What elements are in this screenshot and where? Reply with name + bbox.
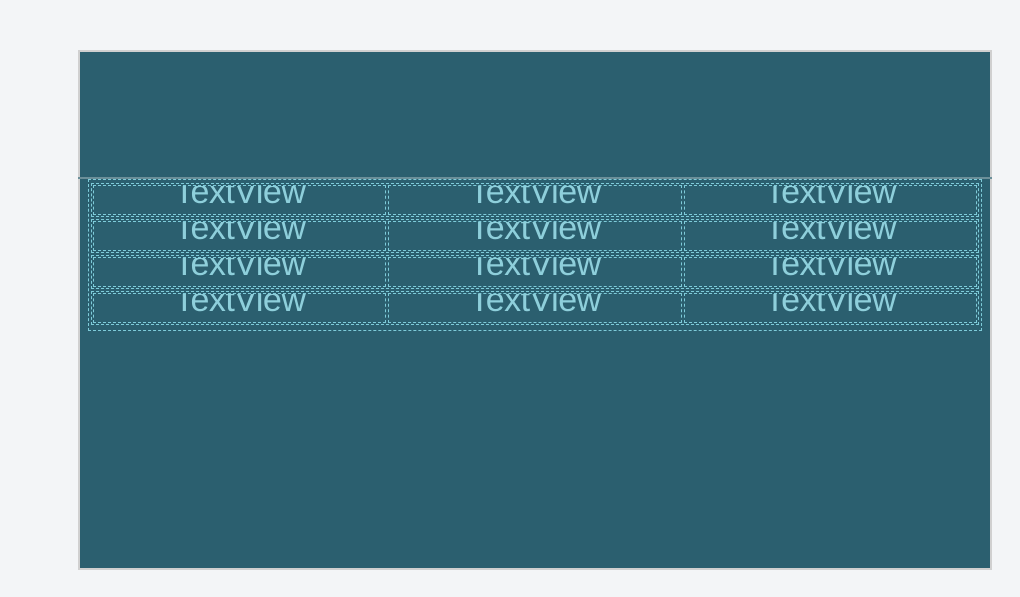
table-row[interactable]: TextView TextView TextView [91, 183, 979, 217]
text-view-label: TextView [174, 293, 305, 320]
table-layout[interactable]: TextView TextView TextView TextView Text… [88, 179, 982, 331]
text-view[interactable]: TextView [684, 293, 977, 323]
text-view-label: TextView [469, 293, 600, 320]
table-row[interactable]: TextView TextView TextView [91, 219, 979, 253]
text-view-label: TextView [765, 221, 896, 248]
text-view-label: TextView [469, 257, 600, 284]
text-view[interactable]: TextView [684, 185, 977, 215]
text-view[interactable]: TextView [684, 257, 977, 287]
text-view[interactable]: TextView [684, 221, 977, 251]
text-view-label: TextView [765, 185, 896, 212]
text-view-label: TextView [765, 293, 896, 320]
text-view[interactable]: TextView [388, 221, 681, 251]
text-view-label: TextView [174, 221, 305, 248]
text-view[interactable]: TextView [388, 293, 681, 323]
text-view-label: TextView [469, 185, 600, 212]
text-view[interactable]: TextView [93, 221, 386, 251]
text-view[interactable]: TextView [93, 293, 386, 323]
text-view[interactable]: TextView [93, 257, 386, 287]
text-view-label: TextView [469, 221, 600, 248]
table-row[interactable]: TextView TextView TextView [91, 255, 979, 289]
text-view[interactable]: TextView [388, 257, 681, 287]
table-row[interactable]: TextView TextView TextView [91, 291, 979, 325]
text-view-label: TextView [765, 257, 896, 284]
text-view-label: TextView [174, 257, 305, 284]
text-view-label: TextView [174, 185, 305, 212]
text-view[interactable]: TextView [93, 185, 386, 215]
text-view[interactable]: TextView [388, 185, 681, 215]
